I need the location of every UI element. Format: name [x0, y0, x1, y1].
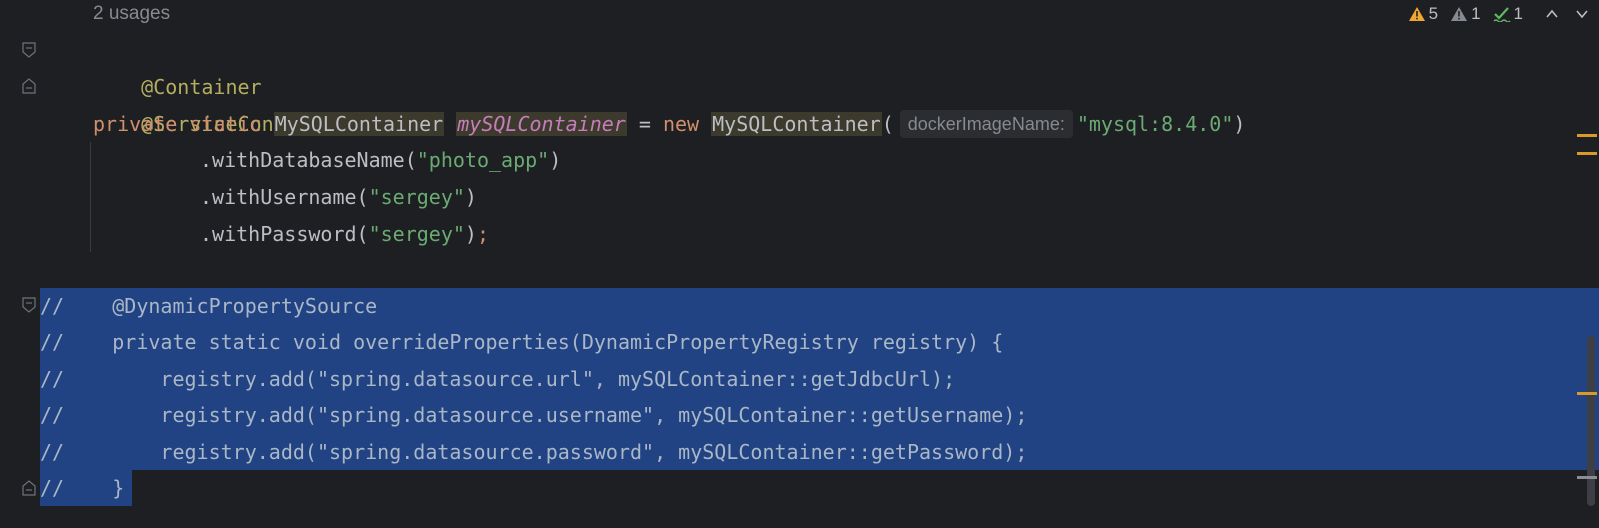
code-line-with-database-name[interactable]: .withDatabaseName("photo_app") [93, 142, 561, 179]
type-name: MySQLContainer [273, 112, 445, 136]
editor-gutter [0, 0, 40, 528]
paren-close: ) [549, 148, 562, 172]
weak-warnings-count: 1 [1471, 4, 1481, 23]
image-name-string: "mysql:8.4.0" [1076, 112, 1234, 136]
comment-text: // private static void overridePropertie… [40, 330, 1004, 354]
comment-text: // registry.add("spring.datasource.usern… [40, 403, 1028, 427]
scrollbar-thumb[interactable] [1587, 336, 1595, 506]
code-line-field-declaration[interactable]: private static MySQLContainer mySQLConta… [93, 106, 1245, 143]
keyword-private: private [93, 112, 178, 136]
commented-line[interactable]: // } [40, 470, 124, 507]
usages-hint[interactable]: 2 usages [93, 0, 170, 28]
warning-stripe[interactable] [1577, 392, 1597, 395]
method-call: .withUsername( [200, 185, 369, 209]
info-stripe[interactable] [1577, 476, 1597, 479]
string-literal: "photo_app" [416, 148, 550, 172]
warning-stripe[interactable] [1577, 152, 1597, 155]
code-line-with-password[interactable]: .withPassword("sergey"); [93, 216, 489, 253]
commented-line[interactable]: // @DynamicPropertySource [40, 288, 377, 325]
commented-line[interactable]: // private static void overridePropertie… [40, 324, 1003, 361]
typos-indicator[interactable]: 1 [1493, 2, 1523, 26]
paren-close: ) [464, 185, 477, 209]
method-call: .withDatabaseName( [200, 148, 417, 172]
fold-end-icon[interactable] [22, 78, 36, 94]
string-literal: "sergey" [368, 185, 465, 209]
typo-check-icon [1493, 7, 1510, 22]
keyword-new: new [662, 112, 700, 136]
previous-highlight-icon[interactable] [1545, 7, 1559, 21]
commented-line[interactable]: // registry.add("spring.datasource.usern… [40, 397, 1027, 434]
warnings-count: 5 [1428, 4, 1439, 23]
paren-close: ) [1233, 112, 1246, 136]
warnings-indicator[interactable]: 5 [1408, 2, 1438, 26]
paren-close: ) [464, 222, 477, 246]
keyword-static: static [189, 112, 262, 136]
code-editor[interactable]: 2 usages 5 1 1 @Container @ServiceConnec… [0, 0, 1599, 528]
parameter-hint: dockerImageName: [899, 110, 1073, 138]
fold-marker-icon[interactable] [22, 297, 36, 313]
weak-warning-icon [1451, 7, 1468, 21]
field-name: mySQLContainer [456, 112, 627, 136]
constructor-name: MySQLContainer [711, 112, 882, 136]
semicolon: ; [476, 222, 489, 246]
typos-count: 1 [1513, 4, 1523, 23]
code-line-with-username[interactable]: .withUsername("sergey") [93, 179, 477, 216]
warning-icon [1408, 7, 1425, 21]
commented-line[interactable]: // registry.add("spring.datasource.url",… [40, 361, 955, 398]
fold-end-icon[interactable] [22, 480, 36, 496]
weak-warnings-indicator[interactable]: 1 [1450, 2, 1481, 26]
commented-line[interactable]: // registry.add("spring.datasource.passw… [40, 434, 1027, 471]
indent-guide [90, 142, 91, 252]
vertical-scrollbar[interactable] [1573, 0, 1599, 528]
assign-operator: = [626, 112, 663, 136]
method-call: .withPassword( [200, 222, 369, 246]
paren-open: ( [881, 112, 894, 136]
comment-text: // registry.add("spring.datasource.passw… [40, 440, 1028, 464]
comment-text: // } [40, 476, 125, 500]
inspection-widget[interactable]: 5 1 1 [1408, 2, 1589, 26]
comment-text: // @DynamicPropertySource [40, 294, 378, 318]
string-literal: "sergey" [368, 222, 465, 246]
warning-stripe[interactable] [1577, 134, 1597, 137]
comment-text: // registry.add("spring.datasource.url",… [40, 367, 956, 391]
code-line-annotation-service-connection[interactable]: @ServiceConnection [93, 69, 358, 136]
code-line-annotation-container[interactable]: @Container [93, 32, 261, 99]
fold-marker-icon[interactable] [22, 42, 36, 58]
